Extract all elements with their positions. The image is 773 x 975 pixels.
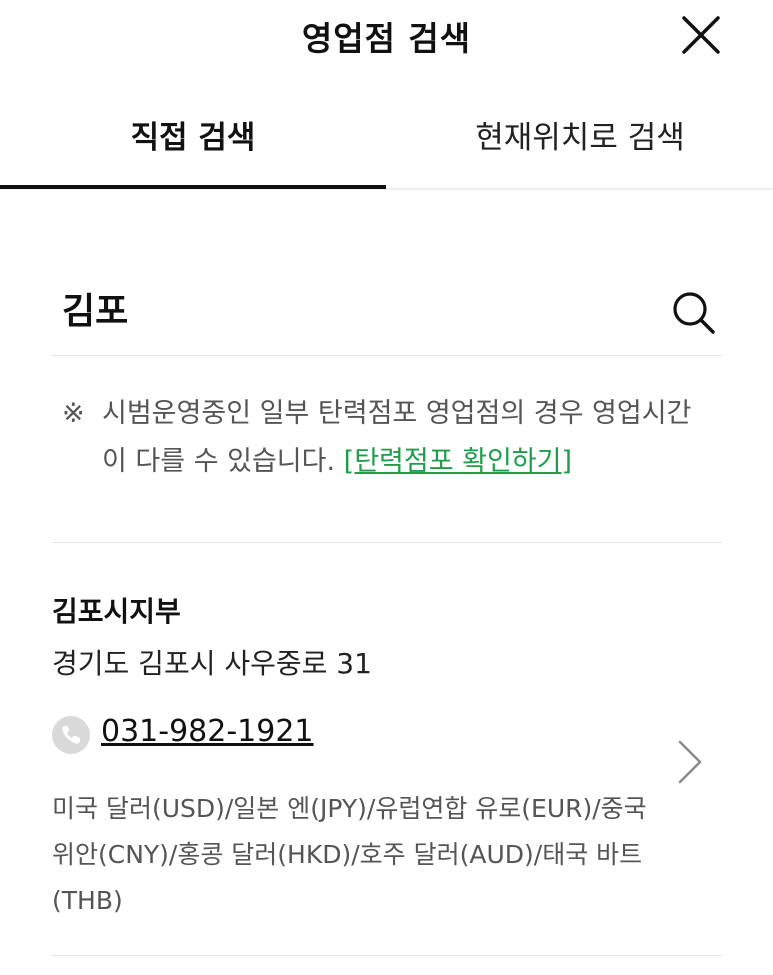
notice-text-block: 시범운영중인 일부 탄력점포 영업점의 경우 영업시간이 다를 수 있습니다. …: [62, 390, 712, 486]
divider: [52, 955, 722, 956]
page-title: 영업점 검색: [301, 19, 472, 58]
divider: [52, 542, 722, 543]
notice-mark: ※: [62, 398, 85, 429]
header: 영업점 검색: [0, 0, 773, 70]
branch-address: 경기도 김포시 사우중로 31: [52, 647, 372, 680]
branch-name: 김포시지부: [52, 595, 181, 628]
search-icon: [673, 292, 715, 334]
phone-number-link[interactable]: 031-982-1921: [101, 714, 314, 749]
search-field[interactable]: 김포: [52, 270, 722, 356]
close-icon: [682, 16, 720, 54]
tab-location-search[interactable]: 현재위치로 검색: [387, 100, 773, 188]
flexible-branch-link[interactable]: [탄력점포 확인하기]: [344, 446, 572, 477]
chevron-right-icon: [678, 740, 702, 784]
currency-list: 미국 달러(USD)/일본 엔(JPY)/유럽연합 유로(EUR)/중국 위안(…: [52, 794, 647, 915]
tab-direct-search[interactable]: 직접 검색: [0, 100, 386, 189]
phone-glyph: [62, 726, 80, 744]
close-button[interactable]: [676, 10, 726, 60]
branch-detail-button[interactable]: [674, 738, 704, 786]
notice: ※ 시범운영중인 일부 탄력점포 영업점의 경우 영업시간이 다를 수 있습니다…: [62, 390, 712, 486]
search-button[interactable]: [669, 288, 717, 336]
phone-icon: [52, 716, 90, 754]
branch-list-item[interactable]: 김포시지부 경기도 김포시 사우중로 31 031-982-1921 미국 달러…: [52, 590, 722, 950]
search-input[interactable]: 김포: [62, 282, 128, 334]
tab-bar: 직접 검색 현재위치로 검색: [0, 100, 773, 190]
